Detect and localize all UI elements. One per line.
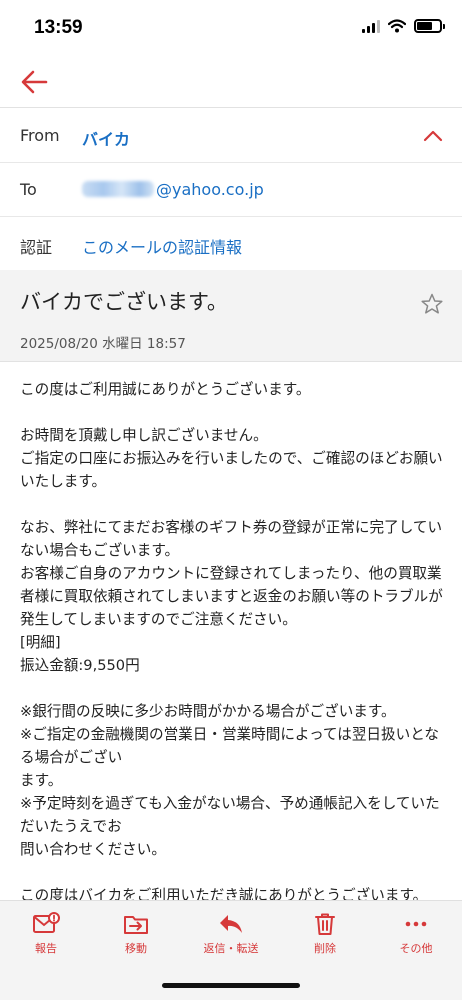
chevron-up-icon[interactable] [422, 125, 444, 147]
nav-bar [0, 56, 462, 108]
message-body: この度はご利用誠にありがとうございます。 お時間を頂戴し申し訳ございません。 ご… [20, 378, 445, 907]
from-label: From [20, 126, 60, 145]
wifi-icon [388, 19, 406, 33]
reply-forward-label: 返信・転送 [203, 942, 259, 955]
report-label: 報告 [35, 942, 57, 955]
move-button[interactable]: 移動 [96, 911, 176, 956]
to-label: To [20, 180, 37, 199]
home-indicator [162, 983, 300, 988]
auth-label: 認証 [20, 238, 53, 257]
body-paragraph: ※銀行間の反映に多少お時間がかかる場合がございます。 ※ご指定の金融機関の営業日… [20, 703, 440, 858]
delete-label: 削除 [314, 942, 336, 955]
status-icons [362, 19, 445, 33]
body-paragraph: なお、弊社にてまだお客様のギフト券の登録が正常に完了していない場合もございます。… [20, 519, 443, 674]
redacted-blur [82, 181, 154, 197]
reply-forward-button[interactable]: 返信・転送 [191, 911, 271, 956]
auth-row: 認証 このメールの認証情報 [0, 217, 462, 271]
battery-icon [414, 19, 445, 33]
cellular-signal-icon [362, 19, 380, 33]
delete-button[interactable]: 削除 [285, 911, 365, 956]
body-paragraph: お時間を頂戴し申し訳ございません。 ご指定の口座にお振込みを行いましたので、ご確… [20, 427, 443, 490]
reply-icon [220, 915, 242, 933]
trash-icon [315, 913, 335, 935]
from-sender[interactable]: バイカ [82, 126, 130, 150]
move-folder-icon [124, 916, 148, 934]
to-address[interactable]: @yahoo.co.jp [82, 180, 264, 199]
from-row[interactable]: From バイカ [0, 109, 462, 163]
auth-info-link[interactable]: このメールの認証情報 [82, 234, 242, 258]
to-address-domain: @yahoo.co.jp [156, 180, 264, 199]
report-button[interactable]: 報告 [6, 911, 86, 956]
move-label: 移動 [125, 942, 147, 955]
more-dots-icon [405, 921, 427, 927]
star-icon[interactable] [420, 292, 444, 316]
subject-block: バイカでございます。 2025/08/20 水曜日 18:57 [0, 270, 462, 362]
back-arrow-icon[interactable] [20, 68, 48, 96]
message-subject: バイカでございます。 [20, 290, 228, 314]
status-time: 13:59 [34, 17, 83, 38]
message-date: 2025/08/20 水曜日 18:57 [20, 336, 186, 352]
to-row: To @yahoo.co.jp [0, 163, 462, 217]
report-icon [33, 912, 60, 933]
more-label: その他 [399, 942, 433, 955]
more-button[interactable]: その他 [376, 911, 456, 956]
body-paragraph: この度はご利用誠にありがとうございます。 [20, 381, 311, 398]
status-bar: 13:59 [0, 0, 462, 56]
